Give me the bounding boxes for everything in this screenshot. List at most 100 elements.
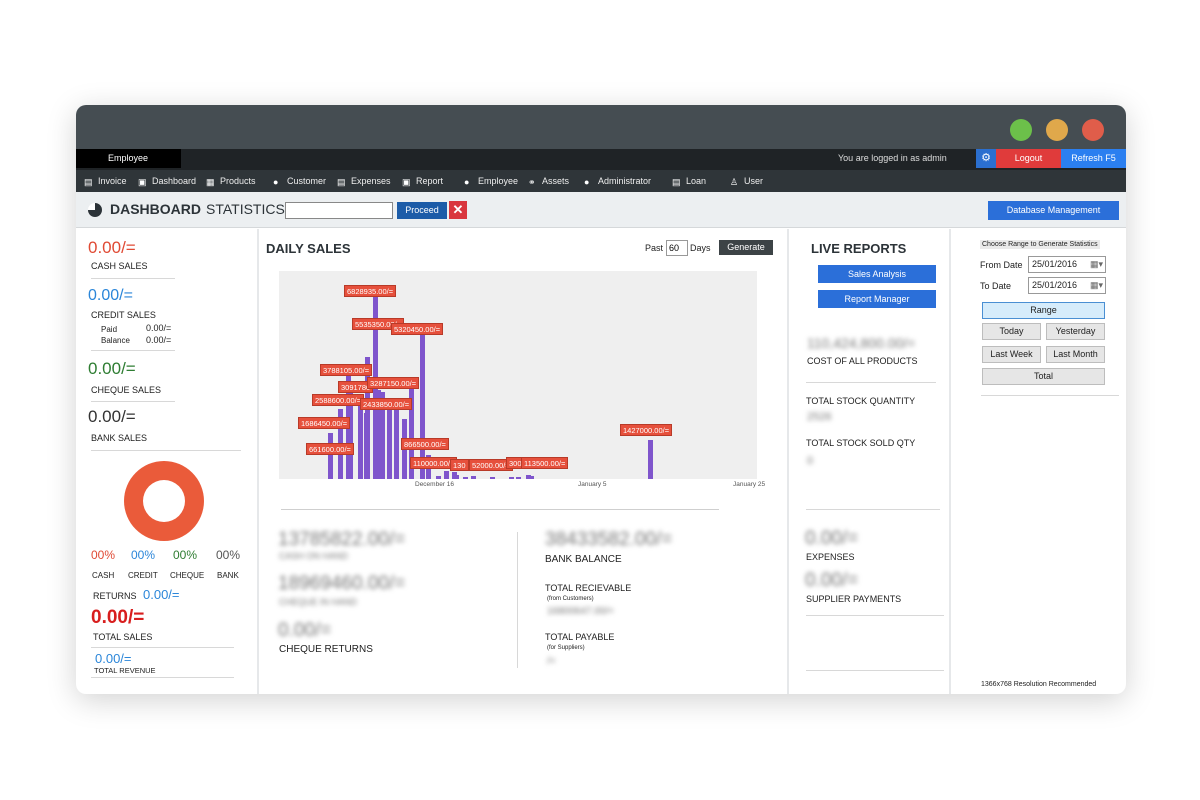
- for-suppliers-note: (for Suppliers): [547, 645, 585, 651]
- total-payable-value: /=: [547, 656, 556, 667]
- database-management-button[interactable]: Database Management: [988, 201, 1119, 220]
- chart-data-label: 3287150.00/=: [367, 377, 420, 389]
- divider: [806, 615, 944, 616]
- search-input[interactable]: [285, 202, 393, 219]
- bank-pct-value: 00%: [216, 548, 241, 562]
- to-date-label: To Date: [980, 281, 1012, 291]
- refresh-button[interactable]: Refresh F5: [1061, 149, 1126, 168]
- menu-assets[interactable]: ⚭ Assets: [528, 170, 569, 192]
- chart-data-label: 3788105.00/=: [320, 364, 373, 376]
- generate-button[interactable]: Generate: [719, 240, 773, 255]
- gear-icon[interactable]: ⚙: [976, 149, 996, 168]
- expenses-value: 0.00/=: [805, 528, 859, 549]
- pie-chart-icon: [88, 203, 102, 217]
- maximize-dot[interactable]: [1010, 119, 1032, 141]
- chart-bar: [338, 461, 343, 479]
- chart-data-label: 5320450.00/=: [391, 323, 444, 335]
- menu-products[interactable]: ▦ Products: [206, 170, 256, 192]
- menu-dashboard[interactable]: ▣ Dashboard: [138, 170, 196, 192]
- chart-data-label: 113500.00/=: [521, 457, 569, 469]
- cheque-sales-label: CHEQUE SALES: [91, 385, 162, 395]
- calendar-icon[interactable]: ▦▾: [1090, 259, 1103, 270]
- close-icon[interactable]: ✕: [449, 201, 467, 219]
- expenses-icon: ▤: [337, 177, 346, 187]
- cheque-returns-value: 0.00/=: [278, 620, 332, 641]
- balance-value: 0.00/=: [146, 335, 172, 345]
- total-payable-label: TOTAL PAYABLE: [545, 632, 615, 642]
- chart-bar: [529, 475, 534, 479]
- total-receivable-value: 16800647.00/=: [547, 606, 615, 617]
- divider: [806, 670, 944, 671]
- total-sales-label: TOTAL SALES: [93, 632, 153, 642]
- header-bar: DASHBOARD STATISTICS Proceed ✕ Database …: [76, 192, 1126, 228]
- logout-button[interactable]: Logout: [996, 149, 1061, 168]
- cheque-in-hand-label: CHEQUE IN HAND: [279, 597, 358, 607]
- chart-bar: [444, 470, 449, 479]
- stock-sold-value: 0: [807, 455, 814, 467]
- last-month-button[interactable]: Last Month: [1046, 346, 1105, 363]
- total-sales-value: 0.00/=: [91, 607, 145, 628]
- chart-data-label: 2433850.00/=: [360, 398, 413, 410]
- calendar-icon[interactable]: ▦▾: [1090, 280, 1103, 291]
- from-customers-note: (from Customers): [547, 596, 594, 602]
- expenses-label: EXPENSES: [806, 552, 855, 562]
- chart-data-label: 2588600.00/=: [312, 394, 365, 406]
- chart-data-label: 1686450.00/=: [298, 417, 351, 429]
- from-date-field[interactable]: 25/01/2016 ▦▾: [1028, 256, 1106, 273]
- cash-sales-label: CASH SALES: [91, 261, 148, 271]
- divider: [91, 647, 234, 648]
- menu-employee[interactable]: ● Employee: [464, 170, 518, 192]
- minimize-dot[interactable]: [1046, 119, 1068, 141]
- menu-customer[interactable]: ● Customer: [273, 170, 326, 192]
- returns-label: RETURNS: [93, 591, 137, 601]
- range-button[interactable]: Range: [982, 302, 1105, 319]
- employee-icon: ●: [464, 177, 470, 187]
- supplier-payments-label: SUPPLIER PAYMENTS: [806, 594, 902, 604]
- today-button[interactable]: Today: [982, 323, 1041, 340]
- chart-data-label: 6828935.00/=: [344, 285, 397, 297]
- invoice-icon: ▤: [84, 177, 93, 187]
- menu-loan[interactable]: ▤ Loan: [672, 170, 706, 192]
- divider: [806, 509, 940, 510]
- divider: [91, 278, 175, 279]
- menu-administrator[interactable]: ● Administrator: [584, 170, 651, 192]
- logged-in-text: You are logged in as admin: [838, 153, 947, 163]
- cheque-in-hand-value: 18969460.00/=: [278, 573, 406, 594]
- title-bar: [76, 105, 1126, 149]
- yesterday-button[interactable]: Yesterday: [1046, 323, 1105, 340]
- chart-x-tick: January 25: [733, 481, 766, 488]
- cash-pct-label: CASH: [92, 571, 115, 580]
- chart-data-label: 661600.00/=: [306, 443, 354, 455]
- total-button[interactable]: Total: [982, 368, 1105, 385]
- cash-sales-value: 0.00/=: [88, 238, 136, 257]
- chart-bar: [471, 475, 476, 479]
- returns-value: 0.00/=: [143, 587, 180, 602]
- report-icon: ▣: [402, 177, 411, 187]
- supplier-payments-value: 0.00/=: [805, 570, 859, 591]
- menu-expenses[interactable]: ▤ Expenses: [337, 170, 391, 192]
- last-week-button[interactable]: Last Week: [982, 346, 1041, 363]
- divider: [91, 450, 241, 451]
- chart-bar: [463, 477, 468, 479]
- divider: [91, 677, 234, 678]
- menu-invoice[interactable]: ▤ Invoice: [84, 170, 127, 192]
- chart-data-label: 866500.00/=: [401, 438, 449, 450]
- credit-sales-value: 0.00/=: [88, 287, 133, 304]
- top-strip: Employee You are logged in as admin ⚙ Lo…: [76, 149, 1126, 170]
- sales-analysis-button[interactable]: Sales Analysis: [818, 265, 936, 283]
- credit-pct-value: 00%: [131, 548, 156, 562]
- report-manager-button[interactable]: Report Manager: [818, 290, 936, 308]
- chart-x-tick: December 16: [415, 481, 455, 488]
- close-dot[interactable]: [1082, 119, 1104, 141]
- chart-bar: [387, 402, 392, 479]
- loan-icon: ▤: [672, 177, 681, 187]
- proceed-button[interactable]: Proceed: [397, 202, 447, 219]
- dashboard-icon: ▣: [138, 177, 147, 187]
- total-revenue-value: 0.00/=: [95, 651, 132, 666]
- menu-report[interactable]: ▣ Report: [402, 170, 443, 192]
- to-date-field[interactable]: 25/01/2016 ▦▾: [1028, 277, 1106, 294]
- menu-user[interactable]: ♙ User: [730, 170, 763, 192]
- chart-bar: [328, 433, 333, 479]
- page-title: DASHBOARD: [110, 201, 201, 217]
- days-input[interactable]: [666, 240, 688, 256]
